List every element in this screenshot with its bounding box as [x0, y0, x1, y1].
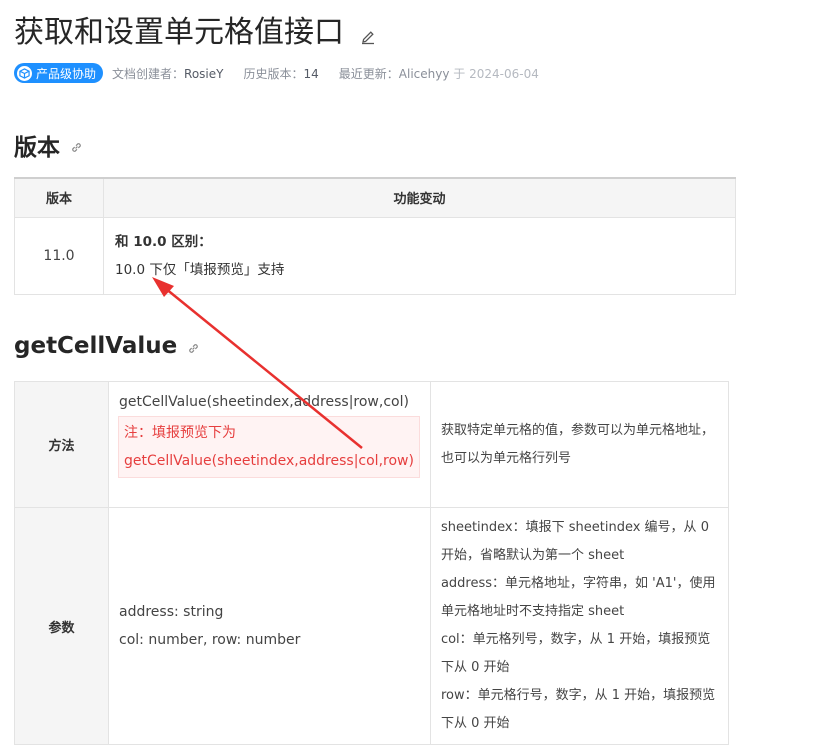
change-text: 10.0 下仅「填报预览」支持 — [115, 261, 285, 278]
link-icon[interactable] — [70, 141, 83, 154]
updated-by[interactable]: Alicehyy — [399, 67, 450, 81]
row-header: 参数 — [14, 507, 109, 745]
change-cell: 和 10.0 区别： 10.0 下仅「填报预览」支持 — [103, 216, 736, 295]
method-description: 获取特定单元格的值，参数可以为单元格地址，也可以为单元格行列号 — [429, 381, 730, 508]
getcellvalue-table: 方法 getCellValue(sheetindex,address|row,c… — [14, 381, 730, 745]
section-heading-text: 版本 — [14, 135, 60, 161]
param-description: row：单元格行号，数字，从 1 开始，填报预览下从 0 开始 — [440, 688, 716, 731]
link-icon[interactable] — [187, 342, 200, 355]
column-header: 版本 — [14, 177, 104, 218]
section-heading-text: getCellValue — [14, 333, 178, 359]
history-label: 历史版本： — [243, 66, 304, 81]
product-assist-badge[interactable]: 产品级协助 — [14, 63, 104, 83]
param-types-cell: address: string col: number, row: number — [108, 507, 431, 745]
version-table: 版本 功能变动 11.0 和 10.0 区别： 10.0 下仅「填报预览」支持 — [14, 177, 736, 295]
page-title-text: 获取和设置单元格值接口 — [14, 15, 344, 50]
row-header: 方法 — [14, 381, 109, 508]
creator-label: 文档创建者： — [112, 66, 185, 81]
param-type: col: number, row: number — [119, 632, 301, 648]
table-row: 方法 getCellValue(sheetindex,address|row,c… — [14, 381, 730, 508]
method-cell: getCellValue(sheetindex,address|row,col)… — [108, 381, 431, 508]
param-descriptions-cell: sheetindex：填报下 sheetindex 编号，从 0 开始，省略默认… — [429, 507, 730, 745]
updated-label: 最近更新： — [338, 66, 399, 81]
method-signature: getCellValue(sheetindex,address|row,col) — [119, 394, 409, 410]
updated-on-label: 于 — [453, 66, 466, 81]
doc-creator: 文档创建者：RosieY — [112, 65, 223, 82]
updated-date: 2024-06-04 — [469, 66, 539, 81]
param-type: address: string — [119, 604, 224, 620]
method-note: 注：填报预览下为 getCellValue(sheetindex,address… — [118, 416, 420, 478]
doc-meta: 产品级协助 文档创建者：RosieY 历史版本：14 最近更新：Alicehyy… — [14, 63, 539, 83]
table-header-row: 版本 功能变动 — [14, 177, 736, 218]
last-updated: 最近更新：Alicehyy 于 2024-06-04 — [339, 65, 539, 82]
pencil-icon[interactable] — [360, 29, 376, 45]
table-row: 参数 address: string col: number, row: num… — [14, 507, 730, 745]
section-heading-version: 版本 — [14, 128, 83, 162]
history-versions: 历史版本：14 — [243, 65, 318, 82]
page-title: 获取和设置单元格值接口 — [14, 14, 376, 52]
param-description: sheetindex：填报下 sheetindex 编号，从 0 开始，省略默认… — [440, 520, 709, 563]
cube-icon — [17, 65, 32, 81]
change-title: 和 10.0 区别： — [115, 233, 212, 250]
section-heading-getcellvalue: getCellValue — [14, 333, 200, 359]
version-cell: 11.0 — [14, 216, 104, 295]
history-count[interactable]: 14 — [304, 67, 319, 81]
param-description: col：单元格列号，数字，从 1 开始，填报预览下从 0 开始 — [440, 632, 711, 675]
table-row: 11.0 和 10.0 区别： 10.0 下仅「填报预览」支持 — [14, 216, 736, 295]
badge-label: 产品级协助 — [36, 66, 97, 81]
column-header: 功能变动 — [103, 177, 736, 218]
param-description: address：单元格地址，字符串，如 'A1'，使用单元格地址时不支持指定 s… — [440, 576, 716, 619]
creator-name[interactable]: RosieY — [184, 67, 223, 81]
